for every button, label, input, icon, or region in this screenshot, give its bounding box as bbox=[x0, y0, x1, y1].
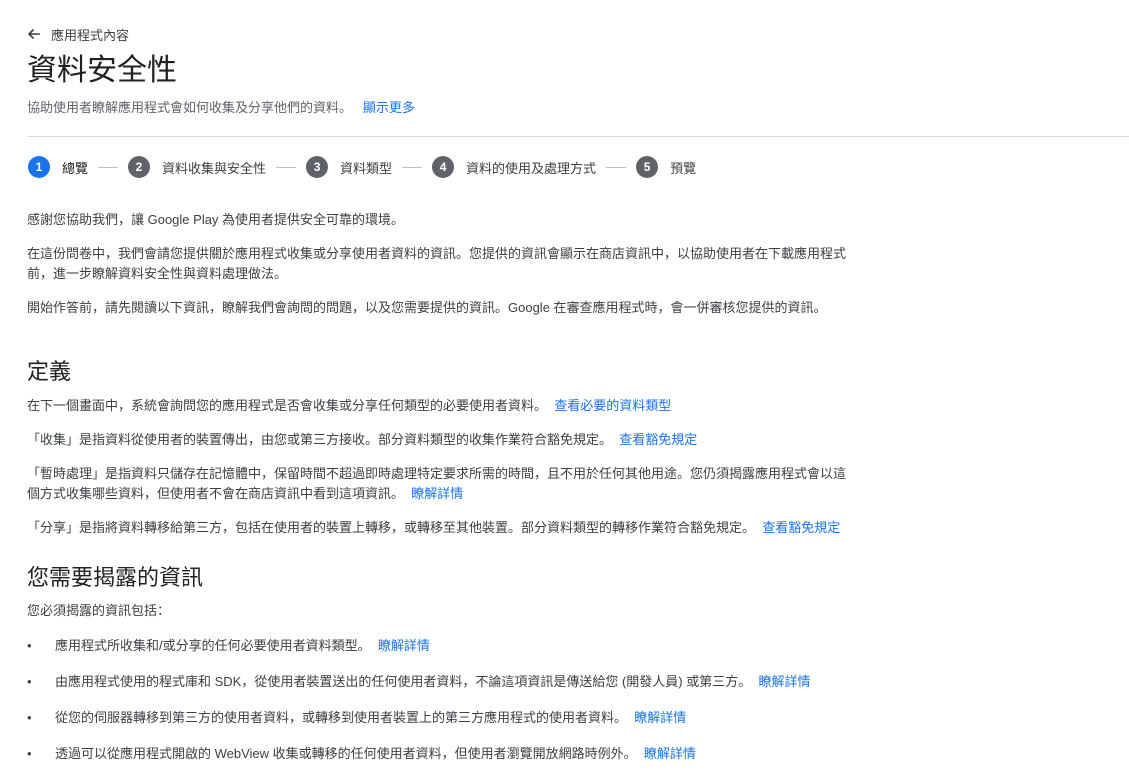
definition-text: 在下一個畫面中，系統會詢問您的應用程式是否會收集或分享任何類型的必要使用者資料。 bbox=[27, 398, 548, 413]
back-link[interactable]: 應用程式內容 bbox=[27, 24, 129, 44]
step-number: 5 bbox=[636, 156, 659, 178]
subtitle-text: 協助使用者瞭解應用程式會如何收集及分享他們的資料。 bbox=[27, 100, 353, 115]
view-required-data-types-link[interactable]: 查看必要的資料類型 bbox=[554, 398, 671, 413]
list-item: • 從您的伺服器轉移到第三方的使用者資料，或轉移到使用者裝置上的第三方應用程式的… bbox=[27, 708, 927, 728]
list-item: • 透過可以從應用程式開啟的 WebView 收集或轉移的任何使用者資料，但使用… bbox=[27, 744, 927, 764]
bullet-marker: • bbox=[27, 638, 32, 653]
step-label: 資料類型 bbox=[340, 160, 393, 176]
bullet-marker: • bbox=[27, 710, 32, 725]
definition-ephemeral: 「暫時處理」是指資料只儲存在記憶體中，保留時間不超過即時處理特定要求所需的時間，… bbox=[27, 464, 927, 504]
step-preview[interactable]: 5 預覽 bbox=[636, 156, 696, 178]
step-data-usage[interactable]: 4 資料的使用及處理方式 bbox=[432, 156, 596, 178]
list-item-content: 透過可以從應用程式開啟的 WebView 收集或轉移的任何使用者資料，但使用者瀏… bbox=[55, 744, 696, 764]
learn-more-link[interactable]: 瞭解詳情 bbox=[634, 710, 686, 725]
learn-more-link[interactable]: 瞭解詳情 bbox=[644, 746, 696, 761]
list-item-content: 從您的伺服器轉移到第三方的使用者資料，或轉移到使用者裝置上的第三方應用程式的使用… bbox=[55, 708, 686, 728]
list-item-text: 由應用程式使用的程式庫和 SDK，從使用者裝置送出的任何使用者資料，不論這項資訊… bbox=[55, 674, 752, 689]
step-data-collection[interactable]: 2 資料收集與安全性 bbox=[128, 156, 266, 178]
intro-paragraph-3: 開始作答前，請先閱讀以下資訊，瞭解我們會詢問的問題，以及您需要提供的資訊。Goo… bbox=[27, 300, 827, 315]
step-connector bbox=[98, 166, 119, 168]
step-label: 資料的使用及處理方式 bbox=[466, 160, 597, 176]
definition-required-data: 在下一個畫面中，系統會詢問您的應用程式是否會收集或分享任何類型的必要使用者資料。… bbox=[27, 396, 927, 416]
list-item-content: 應用程式所收集和/或分享的任何必要使用者資料類型。 瞭解詳情 bbox=[55, 636, 430, 656]
list-item: • 由應用程式使用的程式庫和 SDK，從使用者裝置送出的任何使用者資料，不論這項… bbox=[27, 672, 927, 692]
step-data-types[interactable]: 3 資料類型 bbox=[306, 156, 392, 178]
definition-share: 「分享」是指將資料轉移給第三方，包括在使用者的裝置上轉移，或轉移至其他裝置。部分… bbox=[27, 518, 927, 538]
step-connector bbox=[276, 166, 297, 168]
definition-text: 「收集」是指資料從使用者的裝置傳出，由您或第三方接收。部分資料類型的收集作業符合… bbox=[27, 432, 613, 447]
bullet-marker: • bbox=[27, 746, 32, 761]
page-title: 資料安全性 bbox=[27, 54, 177, 87]
definition-text-line-1: 「暫時處理」是指資料只儲存在記憶體中，保留時間不超過即時處理特定要求所需的時間，… bbox=[27, 466, 847, 481]
list-item-text: 從您的伺服器轉移到第三方的使用者資料，或轉移到使用者裝置上的第三方應用程式的使用… bbox=[55, 710, 628, 725]
intro-paragraph-2: 在這份問卷中，我們會請您提供關於應用程式收集或分享使用者資料的資訊。您提供的資訊… bbox=[27, 244, 927, 284]
disclosure-intro: 您必須揭露的資訊包括： bbox=[27, 603, 171, 618]
definition-text-line-2: 個方式收集哪些資料，但使用者不會在商店資訊中看到這項資訊。 bbox=[27, 486, 405, 501]
step-label: 總覽 bbox=[62, 160, 89, 176]
step-number: 3 bbox=[306, 156, 329, 178]
step-overview[interactable]: 1 總覽 bbox=[28, 156, 88, 178]
back-link-label: 應用程式內容 bbox=[51, 27, 130, 43]
step-number: 2 bbox=[128, 156, 151, 178]
list-item: • 應用程式所收集和/或分享的任何必要使用者資料類型。 瞭解詳情 bbox=[27, 636, 927, 656]
learn-more-link[interactable]: 瞭解詳情 bbox=[758, 674, 810, 689]
step-number: 1 bbox=[28, 156, 50, 178]
definition-collect: 「收集」是指資料從使用者的裝置傳出，由您或第三方接收。部分資料類型的收集作業符合… bbox=[27, 430, 927, 450]
step-number: 4 bbox=[432, 156, 455, 178]
list-item-text: 透過可以從應用程式開啟的 WebView 收集或轉移的任何使用者資料，但使用者瀏… bbox=[55, 746, 637, 761]
intro-paragraph-2-line-2: 前，進一步瞭解資料安全性與資料處理做法。 bbox=[27, 266, 288, 281]
step-label: 預覽 bbox=[670, 160, 697, 176]
intro-paragraph-2-line-1: 在這份問卷中，我們會請您提供關於應用程式收集或分享使用者資料的資訊。您提供的資訊… bbox=[27, 246, 847, 261]
step-label: 資料收集與安全性 bbox=[162, 160, 267, 176]
step-connector bbox=[402, 166, 423, 168]
definition-text: 「分享」是指將資料轉移給第三方，包括在使用者的裝置上轉移，或轉移至其他裝置。部分… bbox=[27, 520, 756, 535]
learn-more-link[interactable]: 瞭解詳情 bbox=[378, 638, 430, 653]
view-exemptions-link[interactable]: 查看豁免規定 bbox=[619, 432, 697, 447]
page-subtitle: 協助使用者瞭解應用程式會如何收集及分享他們的資料。 顯示更多 bbox=[27, 98, 415, 118]
list-item-text: 應用程式所收集和/或分享的任何必要使用者資料類型。 bbox=[55, 638, 371, 653]
intro-paragraph-1: 感謝您協助我們，讓 Google Play 為使用者提供安全可靠的環境。 bbox=[27, 212, 405, 227]
arrow-left-icon bbox=[27, 28, 40, 40]
bullet-marker: • bbox=[27, 674, 32, 689]
view-exemptions-link[interactable]: 查看豁免規定 bbox=[762, 520, 840, 535]
show-more-link[interactable]: 顯示更多 bbox=[363, 100, 415, 115]
header-divider bbox=[27, 136, 1129, 137]
stepper: 1 總覽 2 資料收集與安全性 3 資料類型 4 資料的使用及處理方式 5 預覽 bbox=[28, 156, 696, 178]
definitions-heading: 定義 bbox=[27, 359, 72, 384]
learn-more-link[interactable]: 瞭解詳情 bbox=[411, 486, 463, 501]
step-connector bbox=[606, 166, 627, 168]
list-item-content: 由應用程式使用的程式庫和 SDK，從使用者裝置送出的任何使用者資料，不論這項資訊… bbox=[55, 672, 810, 692]
disclosure-heading: 您需要揭露的資訊 bbox=[27, 565, 204, 590]
